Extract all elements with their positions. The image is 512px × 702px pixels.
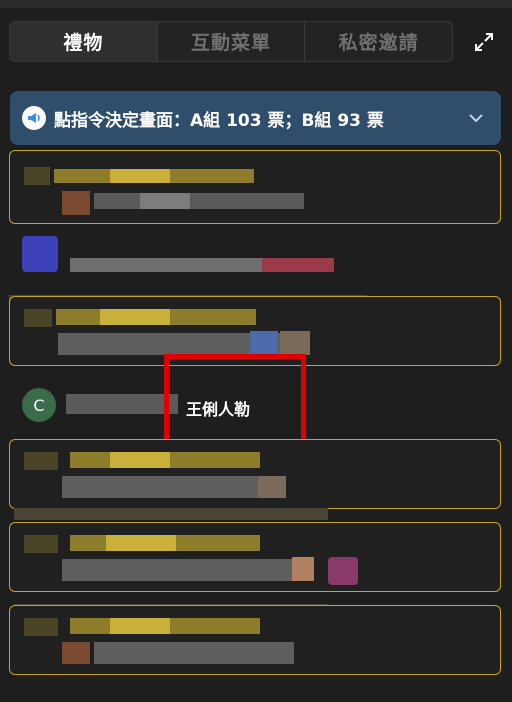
gift-message-card [9, 150, 501, 224]
gift-message-card [9, 439, 501, 509]
expand-button[interactable] [470, 28, 498, 56]
top-strip [0, 0, 512, 8]
blurred-username [66, 394, 178, 414]
announcement-text: 點指令決定畫面：A組 103 票；B組 93 票 [54, 110, 384, 131]
megaphone-icon [22, 106, 46, 130]
blurred-message [70, 258, 262, 272]
gift-message-card [9, 522, 501, 592]
chevron-down-icon[interactable] [467, 109, 485, 127]
gift-icon [328, 557, 358, 585]
expand-icon [475, 33, 493, 51]
tab-private-invite[interactable]: 私密邀請 [305, 22, 452, 61]
tab-gifts[interactable]: 禮物 [10, 22, 158, 61]
announcement-banner[interactable]: 點指令決定畫面：A組 103 票；B組 93 票 [10, 91, 501, 145]
tab-interactive-menu[interactable]: 互動菜單 [158, 22, 306, 61]
avatar: C [22, 388, 56, 422]
tab-bar: 禮物 互動菜單 私密邀請 [9, 21, 453, 62]
avatar [22, 236, 58, 272]
gift-message-card [9, 605, 501, 675]
